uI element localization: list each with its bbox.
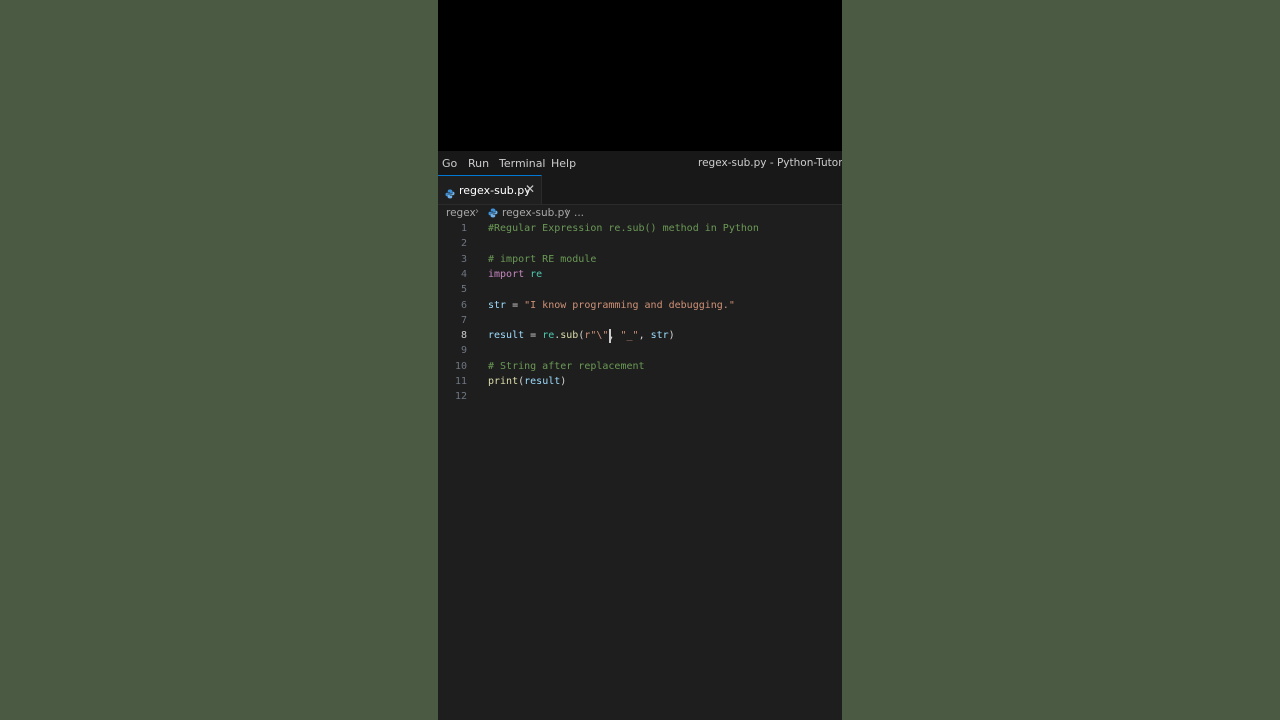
breadcrumb-more[interactable]: ... [574,207,584,219]
breadcrumb-folder[interactable]: regex [446,207,476,219]
code-line[interactable]: 6 str = "I know programming and debugging… [438,299,842,314]
code-text: # import RE module [488,254,596,265]
code-line[interactable]: 7 [438,314,842,329]
tab-label: regex-sub.py [459,184,531,197]
menu-run[interactable]: Run [468,157,489,170]
code-token: ) [560,376,567,387]
line-number: 11 [454,376,467,387]
code-token: "I know programming and debugging." [524,299,735,311]
code-line[interactable]: 9 [438,344,842,359]
code-line[interactable]: 5 [438,283,842,298]
code-token: sub [560,330,579,342]
line-number: 5 [460,284,467,296]
code-line[interactable]: 10 # String after replacement [438,360,842,375]
code-text: #Regular Expression re.sub() method in P… [488,223,759,234]
code-token: r"\ [584,330,603,342]
line-number: 12 [454,391,467,403]
menu-terminal[interactable]: Terminal [499,157,546,170]
code-token: , [638,330,651,342]
code-token: # String after replacement [488,360,645,372]
code-token: re [530,268,543,280]
chevron-right-icon: › [475,206,479,217]
code-line[interactable]: 3 # import RE module [438,253,842,268]
tab-bar: regex-sub.py ✕ [438,175,842,205]
line-number: 7 [460,314,467,326]
code-line[interactable]: 12 [438,390,842,405]
line-number: 6 [460,299,467,311]
code-text: import re [488,269,542,280]
close-icon[interactable]: ✕ [525,182,535,196]
code-text: # String after replacement [488,361,645,372]
background-left [0,0,438,720]
line-number: 3 [460,253,467,265]
code-token: # import RE module [488,253,597,265]
code-token: result [488,330,525,342]
code-token: "_" [620,330,639,342]
code-line[interactable]: 4 import re [438,268,842,283]
code-token: str [488,299,507,311]
menu-go[interactable]: Go [442,157,457,170]
code-text: str = "I know programming and debugging.… [488,300,735,311]
code-line[interactable]: 1 #Regular Expression re.sub() method in … [438,222,842,237]
breadcrumb: regex › regex-sub.py › ... [438,205,842,221]
line-number: 10 [454,360,467,372]
line-number: 1 [460,223,467,234]
vscode-window: Go Run Terminal Help regex-sub.py - Pyth… [438,0,842,720]
code-token: re [542,330,555,342]
code-token: #Regular Expression re.sub() method in P… [488,223,759,234]
menu-help[interactable]: Help [551,157,576,170]
code-line[interactable]: 11 print(result) [438,375,842,390]
line-number: 8 [460,330,467,342]
code-line[interactable]: 2 [438,237,842,252]
code-token: result [524,376,561,387]
window-title: regex-sub.py - Python-Tutorial - V [698,157,842,169]
code-text: result = re.sub(r"\", "_", str) [488,330,675,341]
line-number: 2 [460,238,467,250]
code-text: print(result) [488,376,566,387]
code-token: = [506,299,525,311]
code-token: ) [668,330,675,342]
code-token: print [488,376,519,387]
breadcrumb-file-label: regex-sub.py [502,207,571,219]
video-black-bar [438,0,842,151]
code-token: import [488,268,525,280]
line-number: 4 [460,268,467,280]
background-right [842,0,1280,720]
code-token: = [524,330,543,342]
python-file-icon [445,184,455,203]
python-file-icon [488,208,498,221]
chevron-right-icon: › [565,206,569,217]
line-number: 9 [460,345,467,357]
menu-bar: Go Run Terminal Help regex-sub.py - Pyth… [438,151,842,175]
code-line[interactable]: 8 result = re.sub(r"\", "_", str) [438,329,842,344]
tab-regex-sub[interactable]: regex-sub.py ✕ [438,175,542,204]
code-token: str [650,330,669,342]
text-cursor [609,329,611,344]
